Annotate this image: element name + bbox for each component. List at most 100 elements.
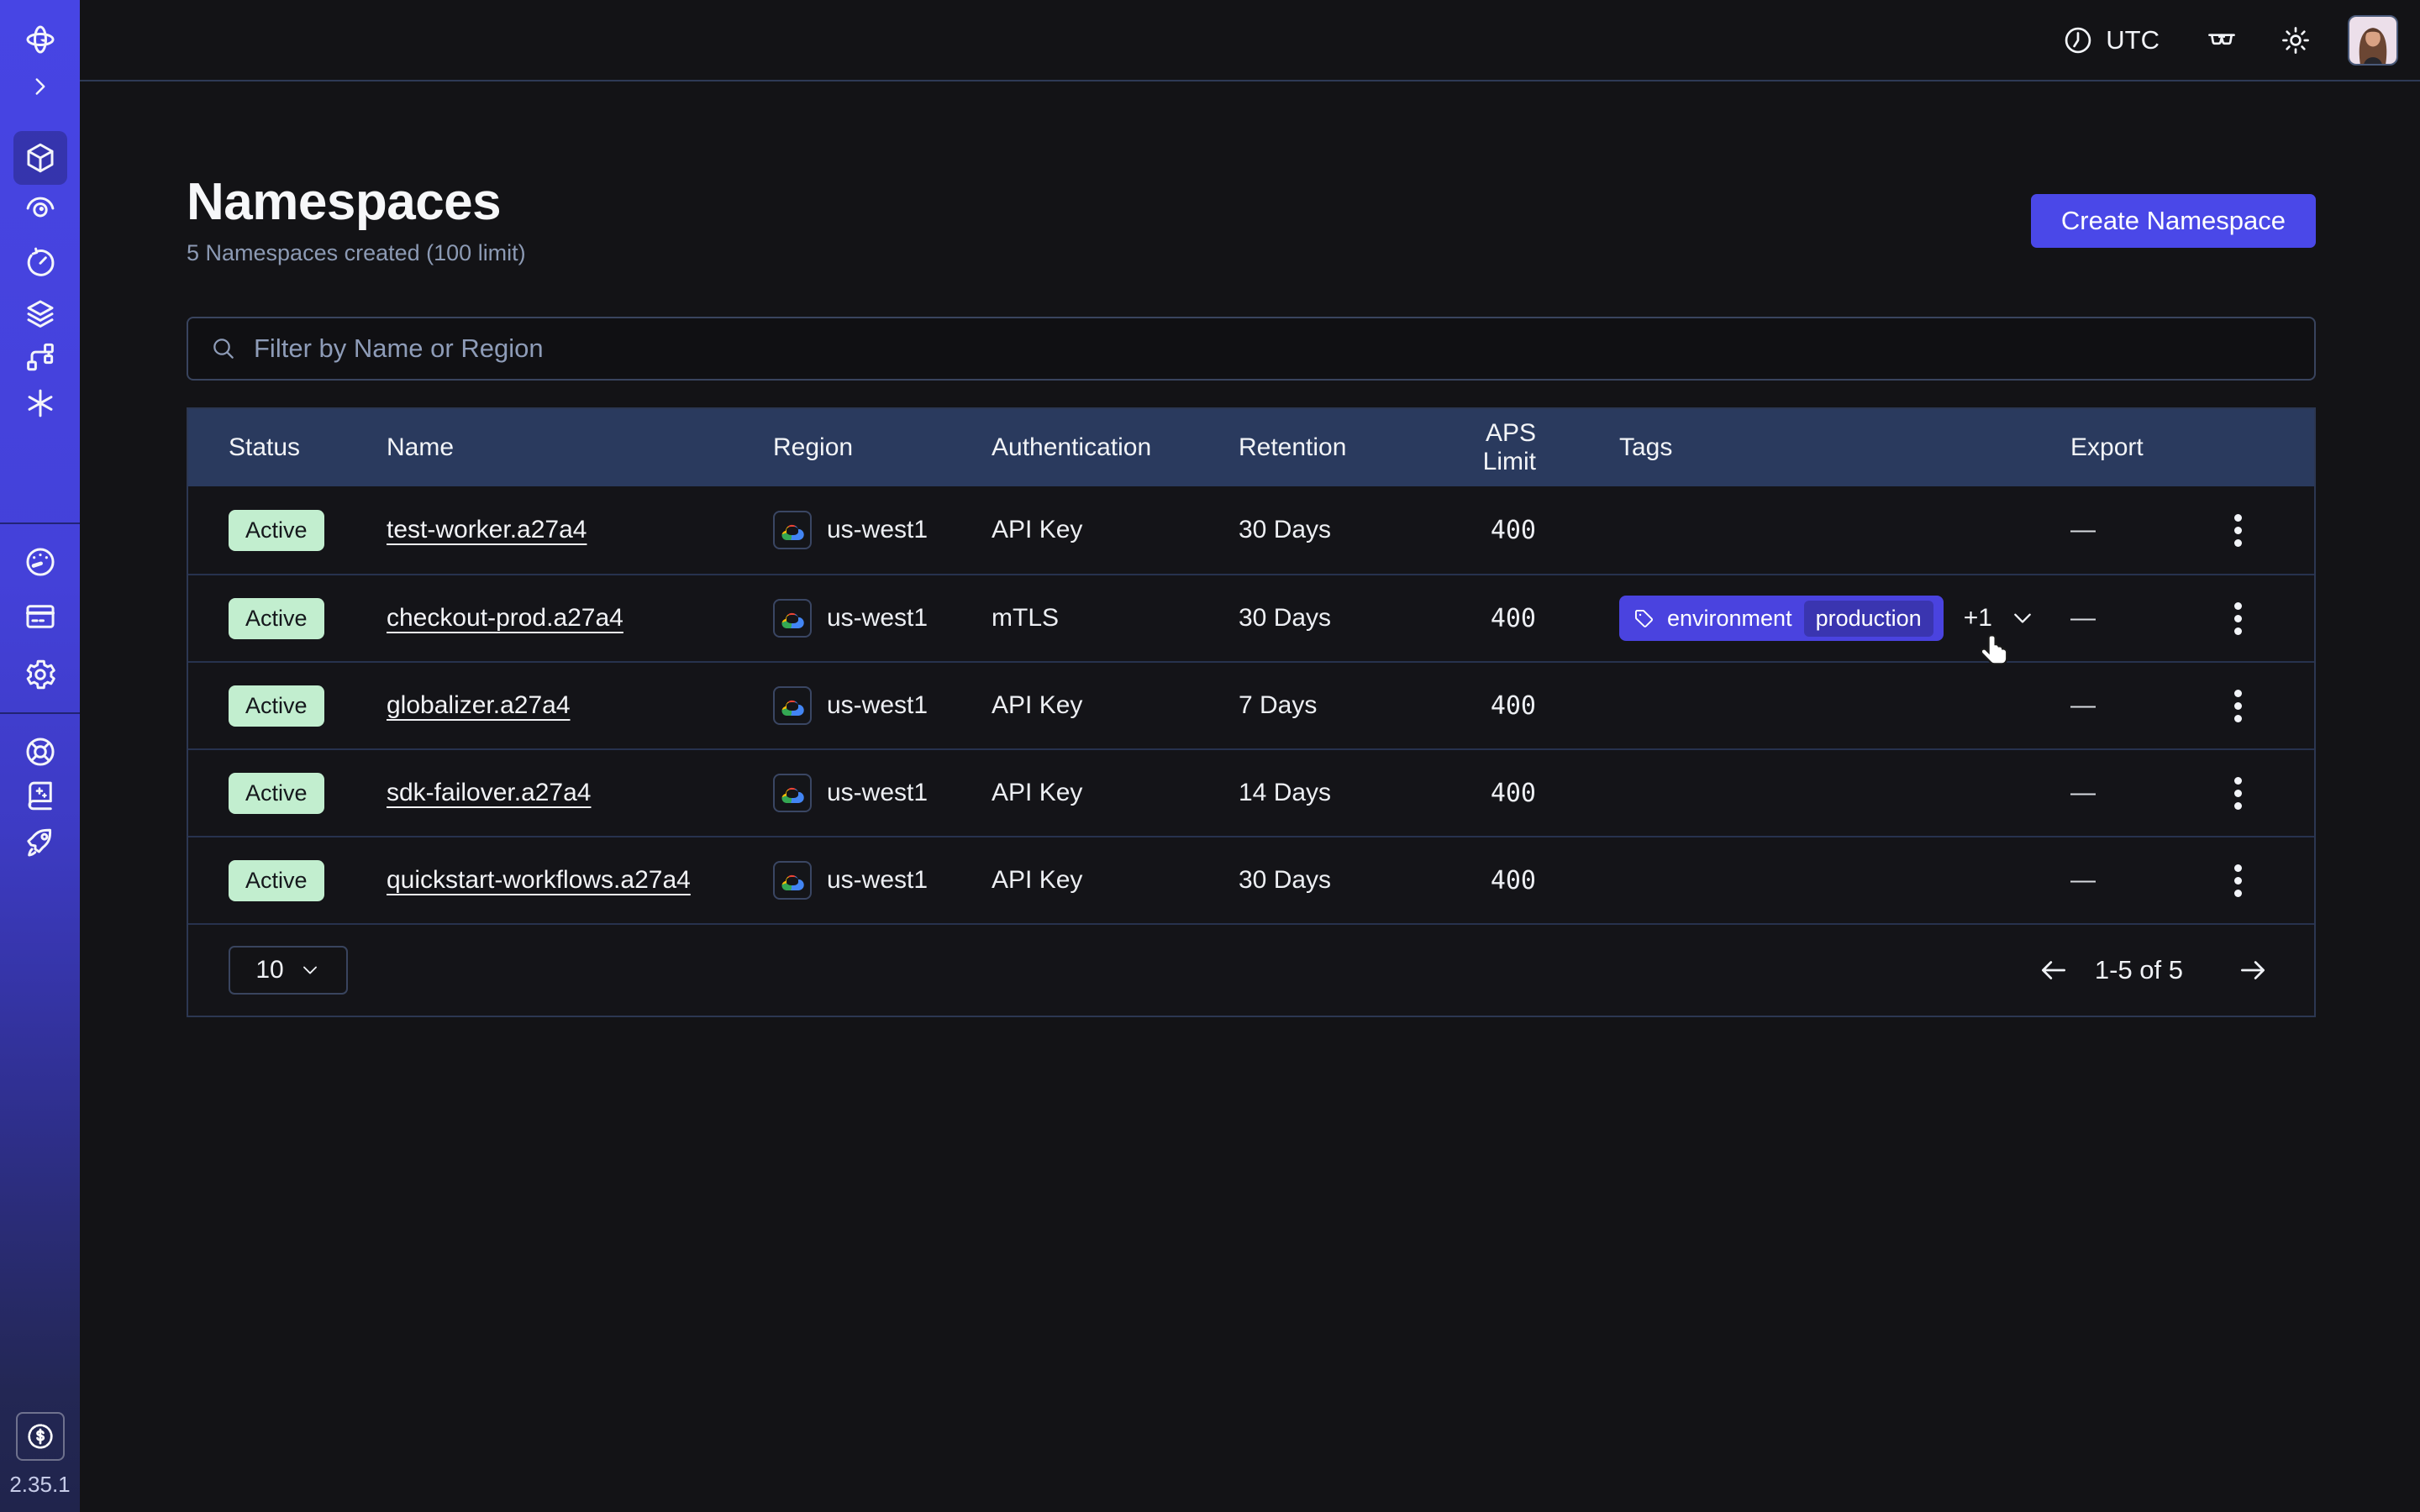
column-header-authentication: Authentication — [992, 433, 1239, 462]
region-label: us-west1 — [827, 866, 928, 895]
app-version: 2.35.1 — [0, 1472, 80, 1498]
page-size-select[interactable]: 10 — [229, 946, 348, 995]
auth-label: mTLS — [992, 604, 1239, 633]
retention-label: 30 Days — [1239, 866, 1430, 895]
sidebar-item-getting-started[interactable] — [13, 814, 67, 868]
aps-limit-value: 400 — [1430, 866, 1536, 895]
previous-page-button[interactable] — [2038, 954, 2070, 986]
monitor-eye-icon — [23, 190, 58, 225]
sidebar-item-namespaces[interactable] — [13, 131, 67, 185]
reader-mode-button[interactable] — [2203, 22, 2240, 59]
sidebar-divider — [0, 522, 80, 524]
sidebar-item-nexus[interactable] — [13, 376, 67, 430]
schedules-clock-icon — [23, 245, 58, 281]
chevron-down-icon[interactable] — [2009, 605, 2036, 632]
namespace-link[interactable]: globalizer.a27a4 — [387, 691, 571, 720]
retention-label: 30 Days — [1239, 604, 1430, 633]
workflow-branch-icon — [23, 339, 58, 375]
table-row: Active checkout-prod.a27a4 us-west1 mTLS… — [188, 574, 2314, 661]
row-menu-button[interactable] — [2228, 858, 2249, 904]
aps-limit-value: 400 — [1430, 604, 1536, 633]
page-subtitle: 5 Namespaces created (100 limit) — [187, 240, 2316, 266]
column-header-export: Export — [2070, 433, 2314, 462]
search-input[interactable] — [254, 333, 2292, 364]
sidebar-item-monitor[interactable] — [13, 181, 67, 234]
gcp-region-icon — [773, 599, 812, 638]
credits-badge-icon — [24, 1420, 56, 1452]
google-cloud-logo — [779, 696, 806, 717]
namespace-link[interactable]: sdk-failover.a27a4 — [387, 779, 592, 807]
row-menu-button[interactable] — [2228, 683, 2249, 729]
google-cloud-logo — [779, 520, 806, 541]
glasses-icon — [2206, 24, 2238, 56]
namespace-link[interactable]: quickstart-workflows.a27a4 — [387, 866, 691, 895]
status-badge: Active — [229, 510, 324, 551]
user-avatar[interactable] — [2348, 15, 2398, 66]
retention-label: 30 Days — [1239, 516, 1430, 544]
table-row: Active globalizer.a27a4 us-west1 API Key… — [188, 661, 2314, 748]
namespaces-cube-icon — [23, 140, 58, 176]
gcp-region-icon — [773, 511, 812, 549]
tag-icon — [1633, 607, 1655, 630]
timezone-selector[interactable]: UTC — [2062, 24, 2160, 56]
auth-label: API Key — [992, 516, 1239, 544]
sidebar-item-usage[interactable] — [13, 535, 67, 589]
theme-toggle-button[interactable] — [2277, 22, 2314, 59]
gcp-region-icon — [773, 774, 812, 812]
tags-cell: environment production +1 — [1536, 596, 2070, 641]
layers-icon — [23, 296, 58, 331]
region-label: us-west1 — [827, 516, 928, 544]
sun-icon — [2280, 24, 2312, 56]
temporal-logo-icon — [23, 22, 58, 57]
support-lifebuoy-icon — [23, 734, 58, 769]
next-page-button[interactable] — [2237, 954, 2269, 986]
sidebar: 2.35.1 — [0, 0, 80, 1512]
search-icon — [210, 335, 237, 362]
billing-card-icon — [23, 599, 58, 634]
column-header-retention: Retention — [1239, 433, 1430, 462]
timezone-label: UTC — [2106, 25, 2160, 55]
page-title: Namespaces — [187, 172, 2316, 232]
chevron-down-icon — [299, 959, 321, 981]
tag-pill[interactable]: environment production — [1619, 596, 1944, 641]
google-cloud-logo — [779, 783, 806, 804]
column-header-region: Region — [773, 433, 992, 462]
sidebar-item-settings[interactable] — [13, 648, 67, 701]
namespace-link[interactable]: test-worker.a27a4 — [387, 516, 587, 544]
credits-button[interactable] — [16, 1412, 65, 1461]
row-menu-button[interactable] — [2228, 770, 2249, 816]
topbar: UTC — [80, 0, 2420, 81]
create-namespace-button[interactable]: Create Namespace — [2031, 194, 2316, 248]
namespace-link[interactable]: checkout-prod.a27a4 — [387, 604, 623, 633]
pagination-range: 1-5 of 5 — [2095, 955, 2183, 985]
export-value: — — [2070, 866, 2096, 895]
sidebar-item-schedules[interactable] — [13, 236, 67, 290]
status-badge: Active — [229, 598, 324, 639]
row-menu-button[interactable] — [2228, 596, 2249, 642]
google-cloud-logo — [779, 870, 806, 891]
usage-gauge-icon — [23, 544, 58, 580]
table-footer: 10 1-5 of 5 — [188, 923, 2314, 1016]
pagination: 1-5 of 5 — [2038, 954, 2269, 986]
google-cloud-logo — [779, 608, 806, 629]
table-header: Status Name Region Authentication Retent… — [188, 409, 2314, 486]
gcp-region-icon — [773, 686, 812, 725]
row-menu-button[interactable] — [2228, 507, 2249, 554]
clock-icon — [2062, 24, 2094, 56]
auth-label: API Key — [992, 691, 1239, 720]
sidebar-expand-button[interactable] — [13, 60, 67, 113]
status-badge: Active — [229, 685, 324, 727]
filter-search-box[interactable] — [187, 317, 2316, 381]
temporal-logo[interactable] — [13, 13, 67, 66]
page-size-value: 10 — [255, 956, 283, 984]
table-row: Active test-worker.a27a4 us-west1 API Ke… — [188, 486, 2314, 574]
tags-more-count[interactable]: +1 — [1964, 604, 1992, 633]
sidebar-item-billing[interactable] — [13, 590, 67, 643]
auth-label: API Key — [992, 779, 1239, 807]
chevron-right-icon — [26, 72, 55, 101]
export-value: — — [2070, 691, 2096, 720]
status-badge: Active — [229, 860, 324, 901]
aps-limit-value: 400 — [1430, 516, 1536, 545]
region-label: us-west1 — [827, 604, 928, 633]
export-value: — — [2070, 604, 2096, 633]
